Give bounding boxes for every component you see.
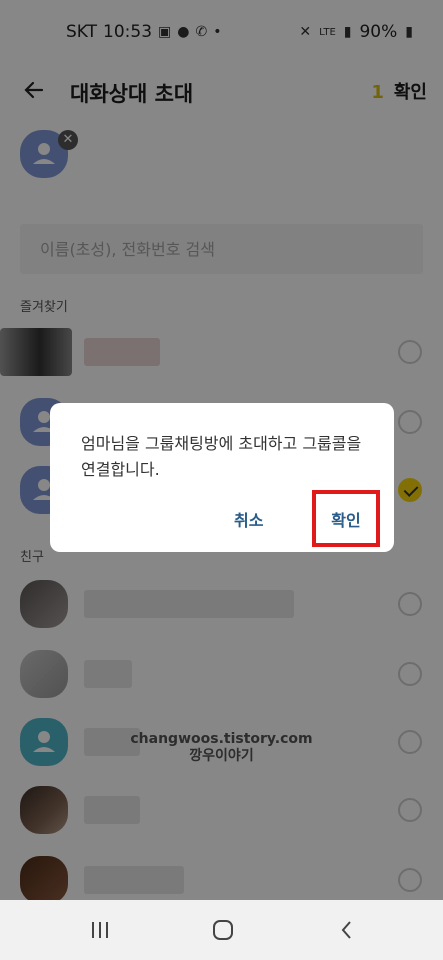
recent-apps-icon [92, 922, 108, 938]
ok-button[interactable]: 확인 [312, 490, 380, 547]
home-icon [213, 920, 233, 940]
back-nav-button[interactable] [335, 918, 359, 942]
invite-call-dialog: 엄마님을 그룹채팅방에 초대하고 그룹콜을 연결합니다. 취소 확인 [50, 403, 394, 552]
back-icon [341, 921, 351, 939]
home-button[interactable] [211, 918, 235, 942]
cancel-button[interactable]: 취소 [234, 507, 263, 531]
dialog-message: 엄마님을 그룹채팅방에 초대하고 그룹콜을 연결합니다. [81, 434, 362, 479]
system-navigation-bar [0, 900, 443, 960]
recent-apps-button[interactable] [88, 918, 112, 942]
